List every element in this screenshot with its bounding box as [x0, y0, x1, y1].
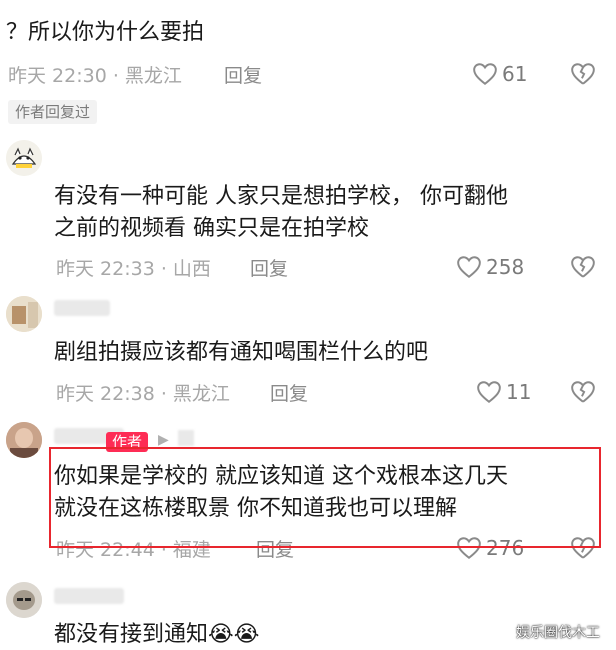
like-button[interactable]: 11	[476, 380, 531, 404]
highlight-box	[49, 447, 601, 548]
comment-text-line-2: 之前的视频看 确实只是在拍学校	[54, 216, 369, 241]
comment-text: 都没有接到通知😭😭	[54, 622, 260, 647]
avatar-image	[6, 296, 42, 332]
heart-icon	[473, 63, 497, 85]
comment-time: 昨天 22:30	[8, 65, 107, 87]
comment-meta: 昨天 22:30 · 黑龙江	[8, 64, 182, 88]
comment-meta: 昨天 22:38 · 黑龙江	[56, 382, 230, 406]
comment-location: 黑龙江	[124, 65, 182, 87]
comment-meta: 昨天 22:33 · 山西	[56, 257, 211, 281]
avatar-image	[6, 582, 42, 618]
avatar[interactable]	[6, 140, 42, 176]
reply-arrow-icon: ▶	[158, 432, 169, 448]
meta-separator: ·	[154, 258, 173, 280]
blurred-username	[54, 588, 124, 604]
meta-separator: ·	[106, 65, 125, 87]
like-count: 11	[506, 380, 532, 404]
author-replied-tag: 作者回复过	[8, 100, 98, 124]
watermark: 娱乐圈伐木工	[516, 625, 600, 641]
avatar-image	[6, 422, 42, 458]
heart-icon	[477, 381, 501, 403]
cat-avatar-icon	[6, 140, 42, 176]
avatar[interactable]	[6, 422, 42, 458]
like-count: 61	[502, 62, 528, 86]
dislike-icon[interactable]	[570, 62, 596, 86]
comment-time: 昨天 22:38	[56, 383, 155, 405]
comment-text: 剧组拍摄应该都有通知喝围栏什么的吧	[54, 340, 429, 365]
meta-separator: ·	[154, 383, 173, 405]
blurred-reply-target	[178, 430, 194, 446]
dislike-icon[interactable]	[570, 380, 596, 404]
reply-button[interactable]: 回复	[270, 382, 308, 406]
avatar[interactable]	[6, 582, 42, 618]
blurred-username	[54, 300, 110, 316]
comment-location: 黑龙江	[172, 383, 230, 405]
avatar[interactable]	[6, 296, 42, 332]
dislike-icon[interactable]	[570, 255, 596, 279]
heart-icon	[457, 256, 481, 278]
like-button[interactable]: 258	[456, 255, 524, 279]
reply-button[interactable]: 回复	[224, 64, 262, 88]
reply-button[interactable]: 回复	[250, 257, 288, 281]
comment-location: 山西	[172, 258, 211, 280]
comment-time: 昨天 22:33	[56, 258, 155, 280]
like-count: 258	[486, 255, 525, 279]
comment-text: ？所以你为什么要拍	[6, 20, 205, 45]
like-button[interactable]: 61	[472, 62, 527, 86]
comment-text-line-1: 有没有一种可能 人家只是想拍学校， 你可翻他	[54, 184, 508, 209]
